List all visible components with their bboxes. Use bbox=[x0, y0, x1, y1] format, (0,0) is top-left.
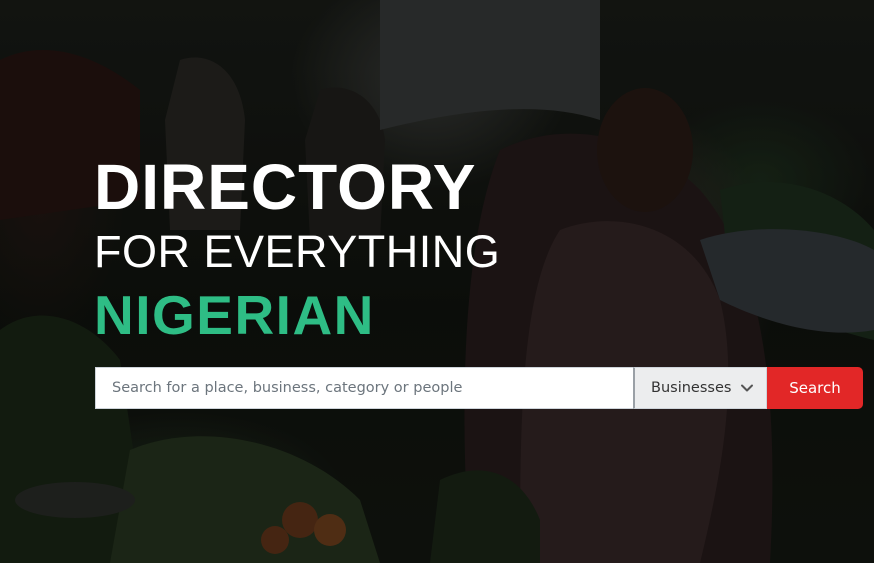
hero-headline: DIRECTORY FOR EVERYTHING NIGERIAN bbox=[94, 150, 500, 350]
hero-section: DIRECTORY FOR EVERYTHING NIGERIAN Busine… bbox=[0, 0, 874, 563]
search-input[interactable] bbox=[95, 367, 633, 409]
search-form: Businesses Search bbox=[95, 367, 863, 409]
headline-nigerian: NIGERIAN bbox=[94, 284, 375, 346]
category-select[interactable]: Businesses bbox=[633, 367, 767, 409]
category-select-value: Businesses bbox=[651, 380, 732, 396]
search-button[interactable]: Search bbox=[767, 367, 863, 409]
headline-for-everything: FOR EVERYTHING bbox=[94, 226, 501, 277]
headline-directory: DIRECTORY bbox=[94, 151, 477, 223]
chevron-down-icon bbox=[741, 384, 753, 392]
